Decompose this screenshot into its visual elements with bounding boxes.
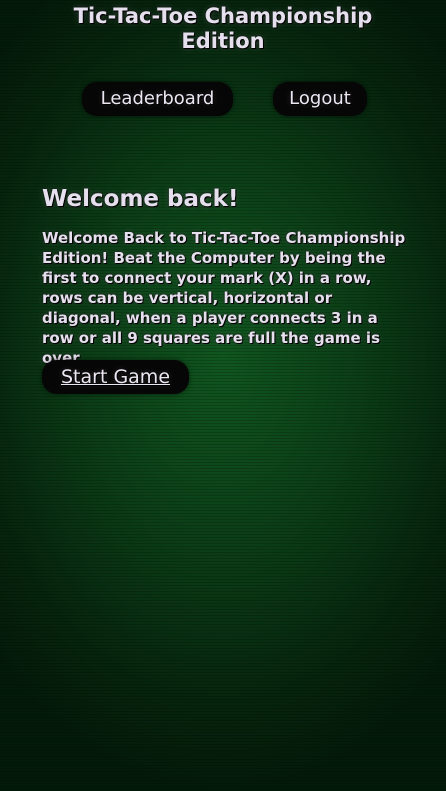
top-nav: Leaderboard Logout [0,82,446,116]
app-title: Tic-Tac-Toe Championship Edition [0,4,446,54]
leaderboard-button[interactable]: Leaderboard [82,82,233,116]
welcome-description: Welcome Back to Tic-Tac-Toe Championship… [42,229,406,367]
welcome-heading: Welcome back! [42,186,239,212]
welcome-section: Welcome back! Welcome Back to Tic-Tac-To… [42,183,412,368]
app-title-line-2: Edition [181,29,265,53]
logout-button[interactable]: Logout [273,82,367,116]
app-title-line-1: Tic-Tac-Toe Championship [73,4,373,28]
start-game-button[interactable]: Start Game [42,360,189,394]
